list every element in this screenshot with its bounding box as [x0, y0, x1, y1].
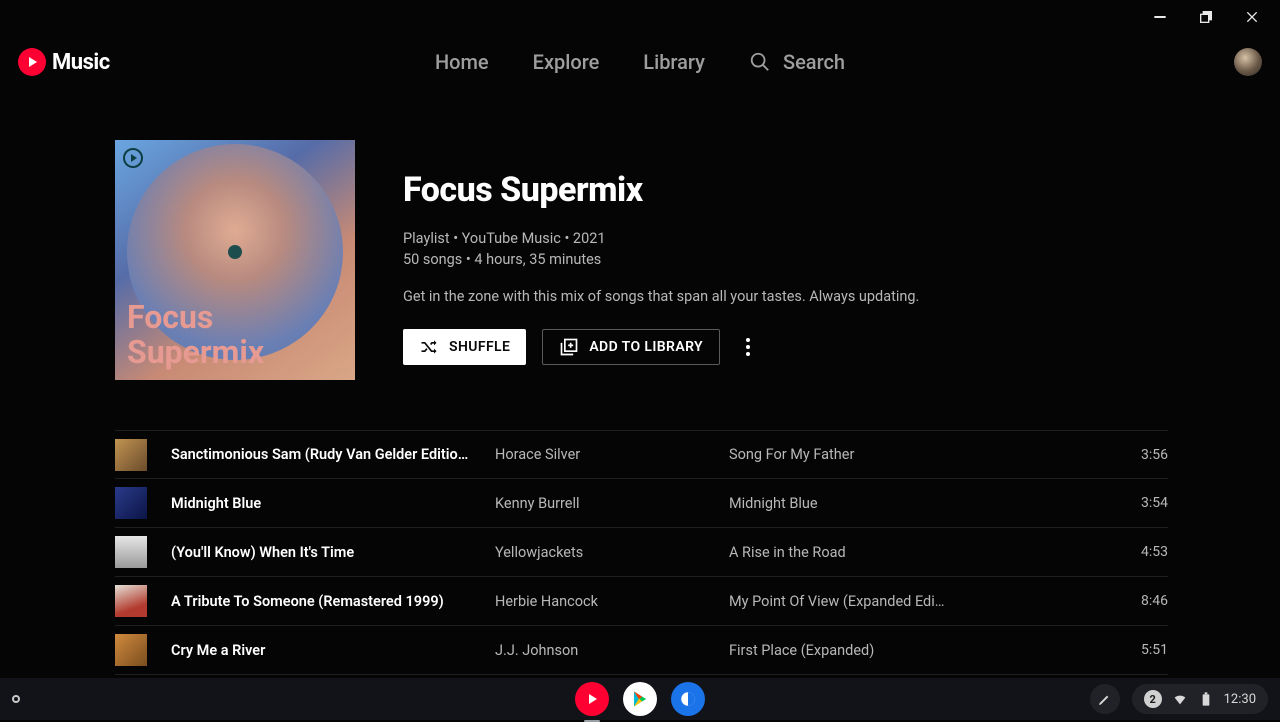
- playlist-meta-2: 50 songs • 4 hours, 35 minutes: [403, 249, 1168, 270]
- taskbar-app-playstore[interactable]: [623, 682, 657, 716]
- track-artist: J.J. Johnson: [495, 642, 705, 659]
- cover-title: Focus Supermix: [127, 300, 264, 370]
- track-album: A Rise in the Road: [729, 544, 1096, 561]
- track-thumb: [115, 536, 147, 568]
- maximize-button[interactable]: [1196, 7, 1216, 27]
- add-to-library-button[interactable]: ADD TO LIBRARY: [542, 329, 720, 365]
- nav-search-label: Search: [783, 50, 845, 74]
- track-album: My Point Of View (Expanded Edi…: [729, 593, 1096, 610]
- track-title: (You'll Know) When It's Time: [171, 544, 471, 561]
- playlist-cover[interactable]: Focus Supermix: [115, 140, 355, 380]
- track-thumb: [115, 634, 147, 666]
- minimize-button[interactable]: [1150, 7, 1170, 27]
- clock: 12:30: [1224, 692, 1256, 707]
- track-thumb: [115, 487, 147, 519]
- track-row[interactable]: A Tribute To Someone (Remastered 1999) He…: [115, 577, 1168, 626]
- track-thumb: [115, 585, 147, 617]
- track-artist: Kenny Burrell: [495, 495, 705, 512]
- search-icon: [749, 51, 771, 73]
- more-options-button[interactable]: [736, 335, 760, 359]
- nav-home[interactable]: Home: [435, 50, 489, 74]
- track-row[interactable]: Cry Me a River J.J. Johnson First Place (E…: [115, 626, 1168, 675]
- user-avatar[interactable]: [1234, 48, 1262, 76]
- track-list: Sanctimonious Sam (Rudy Van Gelder Editi…: [115, 430, 1168, 675]
- track-title: Midnight Blue: [171, 495, 471, 512]
- track-row[interactable]: Sanctimonious Sam (Rudy Van Gelder Editi…: [115, 430, 1168, 479]
- system-tray[interactable]: 2 12:30: [1132, 684, 1268, 714]
- track-duration: 8:46: [1120, 593, 1168, 609]
- stylus-button[interactable]: [1090, 684, 1120, 714]
- add-to-library-label: ADD TO LIBRARY: [589, 339, 703, 355]
- track-artist: Herbie Hancock: [495, 593, 705, 610]
- playlist-meta-1: Playlist • YouTube Music • 2021: [403, 228, 1168, 249]
- track-title: Sanctimonious Sam (Rudy Van Gelder Editi…: [171, 446, 471, 463]
- autoplay-badge-icon: [123, 148, 143, 168]
- close-button[interactable]: [1242, 7, 1262, 27]
- library-add-icon: [559, 337, 579, 357]
- track-duration: 5:51: [1120, 642, 1168, 658]
- app-logo[interactable]: Music: [18, 48, 110, 76]
- track-album: Song For My Father: [729, 446, 1096, 463]
- playlist-description: Get in the zone with this mix of songs t…: [403, 288, 1168, 305]
- taskbar-app-ytmusic[interactable]: [575, 682, 609, 716]
- playlist-title: Focus Supermix: [403, 170, 1168, 210]
- track-row[interactable]: (You'll Know) When It's Time Yellowjacket…: [115, 528, 1168, 577]
- track-album: First Place (Expanded): [729, 642, 1096, 659]
- top-bar: Music Home Explore Library Search: [0, 38, 1280, 86]
- track-duration: 3:56: [1120, 447, 1168, 463]
- launcher-button[interactable]: [12, 695, 20, 703]
- system-taskbar: 2 12:30: [0, 678, 1280, 720]
- track-duration: 4:53: [1120, 544, 1168, 560]
- nav-library[interactable]: Library: [643, 50, 705, 74]
- track-artist: Yellowjackets: [495, 544, 705, 561]
- wifi-icon: [1172, 691, 1188, 707]
- pen-icon: [1097, 691, 1113, 707]
- track-thumb: [115, 439, 147, 471]
- track-album: Midnight Blue: [729, 495, 1096, 512]
- shuffle-icon: [419, 337, 439, 357]
- app-logo-text: Music: [52, 50, 110, 75]
- notification-badge: 2: [1144, 690, 1162, 708]
- taskbar-app-files[interactable]: [671, 682, 705, 716]
- track-artist: Horace Silver: [495, 446, 705, 463]
- track-row[interactable]: Midnight Blue Kenny Burrell Midnight Blue 3…: [115, 479, 1168, 528]
- nav-explore[interactable]: Explore: [533, 50, 600, 74]
- play-icon: [18, 48, 46, 76]
- nav-search[interactable]: Search: [749, 50, 845, 74]
- track-title: A Tribute To Someone (Remastered 1999): [171, 593, 471, 610]
- shuffle-button[interactable]: SHUFFLE: [403, 329, 526, 365]
- shuffle-label: SHUFFLE: [449, 339, 510, 355]
- track-title: Cry Me a River: [171, 642, 471, 659]
- track-duration: 3:54: [1120, 495, 1168, 511]
- battery-icon: [1198, 691, 1214, 707]
